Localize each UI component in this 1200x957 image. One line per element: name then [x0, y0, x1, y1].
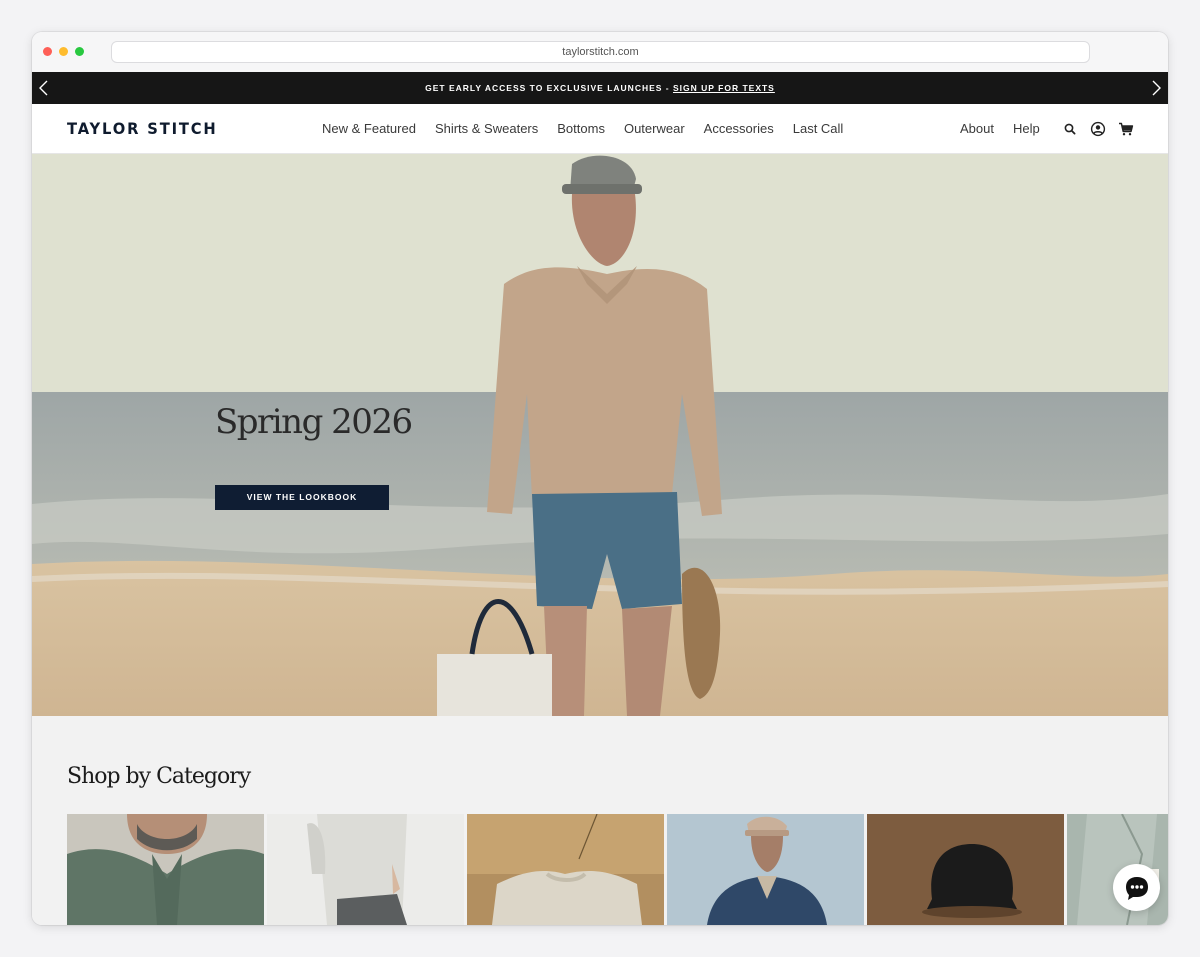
shop-by-category-section: Shop by Category	[32, 716, 1168, 925]
browser-chrome: taylorstitch.com	[32, 32, 1168, 72]
nav-shirts-sweaters[interactable]: Shirts & Sweaters	[435, 104, 538, 154]
chat-icon	[1125, 876, 1148, 900]
nav-new-featured[interactable]: New & Featured	[322, 104, 416, 154]
category-image	[867, 814, 1064, 925]
browser-window: taylorstitch.com GET EARLY ACCESS TO EXC…	[32, 32, 1168, 925]
chevron-right-icon[interactable]	[1148, 80, 1164, 96]
nav-about[interactable]: About	[960, 104, 994, 154]
nav-help[interactable]: Help	[1013, 104, 1040, 154]
account-icon[interactable]	[1090, 121, 1106, 137]
close-window-dot[interactable]	[43, 47, 52, 56]
view-lookbook-button[interactable]: VIEW THE LOOKBOOK	[215, 485, 389, 510]
address-bar[interactable]: taylorstitch.com	[111, 41, 1090, 63]
nav-accessories[interactable]: Accessories	[704, 104, 774, 154]
sign-up-link[interactable]: SIGN UP FOR TEXTS	[673, 83, 775, 93]
category-tile-shirts-2[interactable]	[1067, 814, 1168, 925]
brand-logo[interactable]: TAYLOR STITCH	[67, 104, 218, 154]
chat-button[interactable]	[1113, 864, 1160, 911]
category-image	[67, 814, 264, 925]
category-image	[667, 814, 864, 925]
header-icons	[1062, 121, 1134, 137]
maximize-window-dot[interactable]	[75, 47, 84, 56]
promo-message: GET EARLY ACCESS TO EXCLUSIVE LAUNCHES -…	[32, 72, 1168, 104]
nav-bottoms[interactable]: Bottoms	[557, 104, 605, 154]
hero-image	[32, 154, 1168, 716]
hero-title: Spring 2026	[215, 402, 413, 442]
category-tile-button-downs[interactable]	[267, 814, 464, 925]
category-tile-shirts[interactable]	[67, 814, 264, 925]
section-title: Shop by Category	[67, 764, 251, 789]
promo-banner: GET EARLY ACCESS TO EXCLUSIVE LAUNCHES -…	[32, 72, 1168, 104]
main-header: TAYLOR STITCH New & Featured Shirts & Sw…	[32, 104, 1168, 154]
nav-last-call[interactable]: Last Call	[793, 104, 844, 154]
main-menu: New & Featured Shirts & Sweaters Bottoms…	[322, 104, 843, 154]
promo-text: GET EARLY ACCESS TO EXCLUSIVE LAUNCHES -	[425, 83, 673, 93]
search-icon[interactable]	[1062, 121, 1078, 137]
category-image	[1067, 814, 1168, 925]
utility-menu: About Help	[960, 104, 1040, 154]
category-carousel	[67, 814, 1168, 925]
category-tile-accessories[interactable]	[867, 814, 1064, 925]
category-image	[467, 814, 664, 925]
category-image	[267, 814, 464, 925]
nav-outerwear[interactable]: Outerwear	[624, 104, 685, 154]
hero-banner[interactable]: Spring 2026 VIEW THE LOOKBOOK	[32, 154, 1168, 716]
category-tile-sweaters[interactable]	[467, 814, 664, 925]
cart-icon[interactable]	[1118, 121, 1134, 137]
minimize-window-dot[interactable]	[59, 47, 68, 56]
category-tile-outerwear[interactable]	[667, 814, 864, 925]
